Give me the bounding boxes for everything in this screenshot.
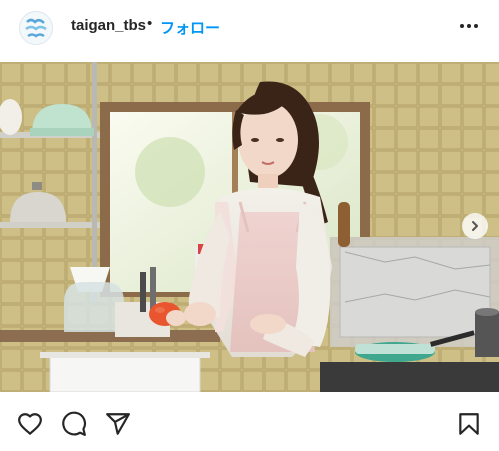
avatar[interactable] — [19, 11, 53, 45]
post-actions-bar — [0, 392, 499, 451]
more-options-button[interactable] — [458, 16, 480, 36]
bookmark-icon — [459, 413, 479, 435]
avatar-logo-icon — [20, 12, 52, 44]
kitchen-scene-image — [0, 62, 499, 392]
chevron-right-icon — [472, 221, 478, 231]
follow-button[interactable]: フォロー — [160, 17, 220, 38]
share-button[interactable] — [105, 411, 131, 437]
separator-dot: • — [147, 15, 153, 32]
next-image-button[interactable] — [462, 213, 488, 239]
like-button[interactable] — [17, 411, 43, 437]
save-button[interactable] — [456, 411, 482, 437]
comment-icon — [62, 411, 87, 436]
post-photo[interactable] — [0, 62, 499, 392]
more-horizontal-icon — [460, 24, 478, 28]
heart-icon — [18, 413, 42, 435]
username[interactable]: taigan_tbs — [71, 17, 146, 34]
comment-button[interactable] — [61, 411, 87, 437]
post-header: taigan_tbs • フォロー — [0, 0, 499, 58]
send-icon — [106, 413, 130, 435]
